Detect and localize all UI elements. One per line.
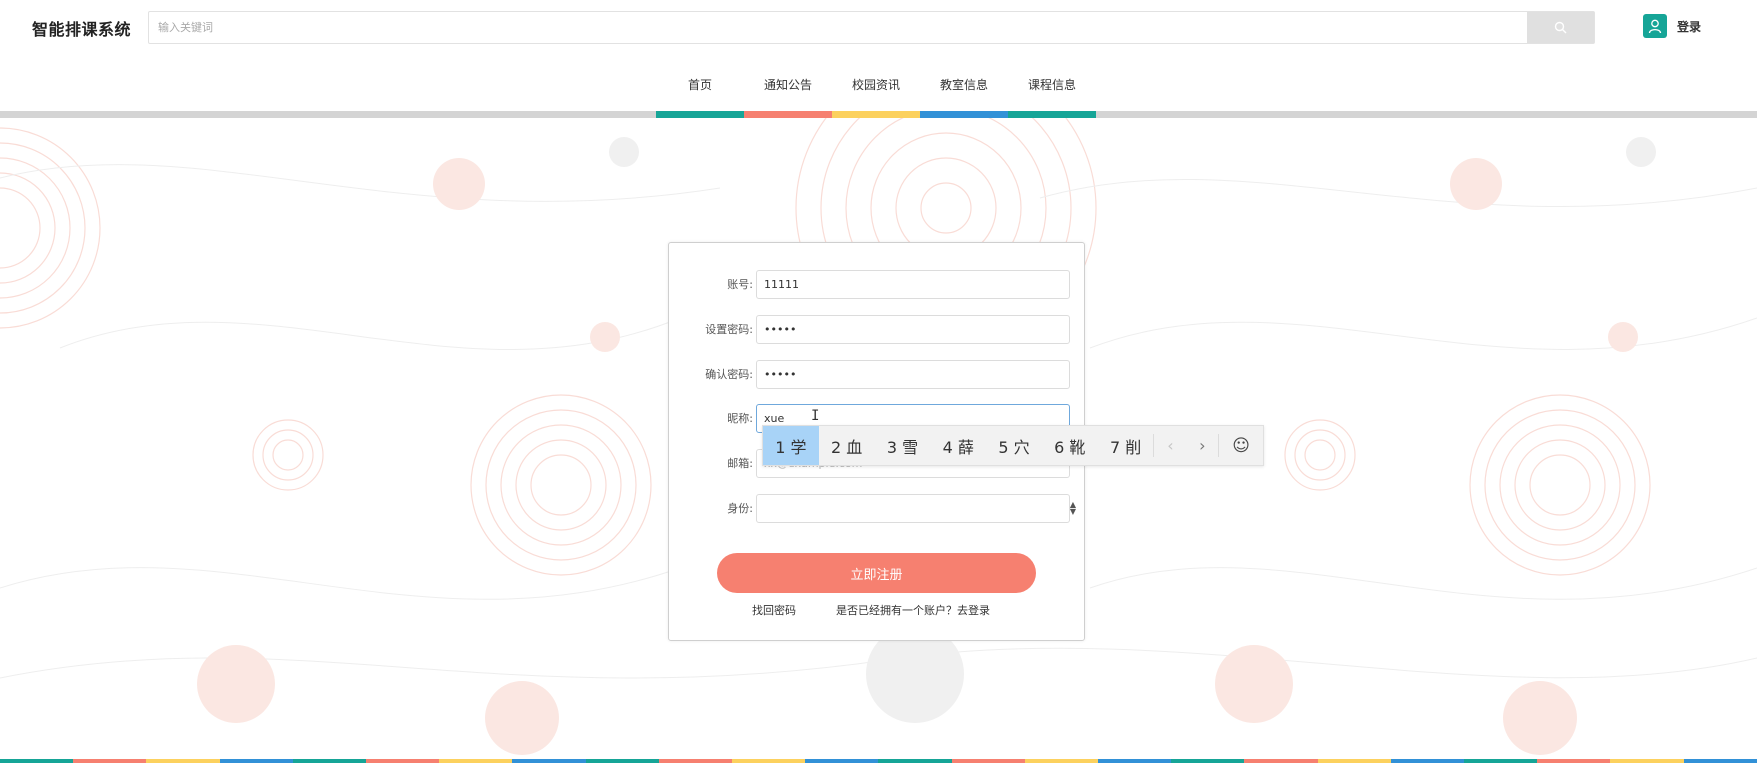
ime-candidate-5[interactable]: 5 穴 xyxy=(986,426,1042,465)
ime-candidate-6[interactable]: 6 靴 xyxy=(1042,426,1098,465)
ime-candidate-7[interactable]: 7 削 xyxy=(1098,426,1154,465)
nav-item-course-info[interactable]: 课程信息 xyxy=(1008,56,1096,118)
user-area: 登录 xyxy=(1643,14,1701,38)
nav-underline-notices xyxy=(744,111,832,118)
user-avatar[interactable] xyxy=(1643,14,1667,38)
account-field[interactable] xyxy=(756,270,1070,299)
bottom-color-strip xyxy=(0,759,1757,763)
form-row-role: 身份: ▲ ▼ xyxy=(669,494,1086,523)
email-label: 邮箱: xyxy=(727,457,753,470)
account-label: 账号: xyxy=(727,278,753,291)
form-links: 找回密码 是否已经拥有一个账户？去登录 xyxy=(669,602,1086,618)
select-arrows-icon: ▲ ▼ xyxy=(1069,500,1076,516)
user-icon xyxy=(1648,19,1662,34)
forgot-password-link[interactable]: 找回密码 xyxy=(752,602,796,618)
role-select[interactable] xyxy=(756,494,1070,523)
register-button[interactable]: 立即注册 xyxy=(717,553,1036,593)
ime-emoji-icon[interactable]: ☺ xyxy=(1219,426,1263,465)
role-label: 身份: xyxy=(727,502,753,515)
top-header: 智能排课系统 登录 xyxy=(0,0,1757,56)
ime-candidate-3[interactable]: 3 雪 xyxy=(875,426,931,465)
search-button[interactable] xyxy=(1527,12,1594,43)
password-field[interactable] xyxy=(756,315,1070,344)
site-brand[interactable]: 智能排课系统 xyxy=(32,16,131,40)
ime-candidate-4[interactable]: 4 薛 xyxy=(930,426,986,465)
login-link[interactable]: 登录 xyxy=(1677,18,1701,35)
nav-item-home[interactable]: 首页 xyxy=(656,56,744,118)
nav-underline-course xyxy=(1008,111,1096,118)
form-row-password: 设置密码: xyxy=(669,315,1086,344)
go-login-link[interactable]: 是否已经拥有一个账户？去登录 xyxy=(836,602,990,618)
password-label: 设置密码: xyxy=(705,323,753,336)
search-bar xyxy=(148,11,1595,44)
form-row-confirm-password: 确认密码: xyxy=(669,360,1086,389)
main-nav: 首页 通知公告 校园资讯 教室信息 课程信息 xyxy=(0,56,1757,118)
text-cursor-icon: I xyxy=(811,408,820,424)
form-row-account: 账号: xyxy=(669,270,1086,299)
ime-candidate-bar: 1 学 2 血 3 雪 4 薛 5 穴 6 靴 7 削 ‹ › ☺ xyxy=(762,425,1264,466)
search-icon xyxy=(1554,21,1567,34)
nav-item-campus-news[interactable]: 校园资讯 xyxy=(832,56,920,118)
nickname-label: 昵称: xyxy=(727,412,753,425)
ime-candidate-1[interactable]: 1 学 xyxy=(763,426,819,465)
ime-next-page-icon[interactable]: › xyxy=(1186,426,1218,465)
confirm-password-label: 确认密码: xyxy=(705,368,753,381)
ime-candidate-2[interactable]: 2 血 xyxy=(819,426,875,465)
nav-underline-home xyxy=(656,111,744,118)
search-input[interactable] xyxy=(149,12,1528,43)
ime-prev-page-icon[interactable]: ‹ xyxy=(1154,426,1186,465)
nav-item-classroom-info[interactable]: 教室信息 xyxy=(920,56,1008,118)
confirm-password-field[interactable] xyxy=(756,360,1070,389)
nav-underline-news xyxy=(832,111,920,118)
nav-underline-classroom xyxy=(920,111,1008,118)
nav-item-notices[interactable]: 通知公告 xyxy=(744,56,832,118)
